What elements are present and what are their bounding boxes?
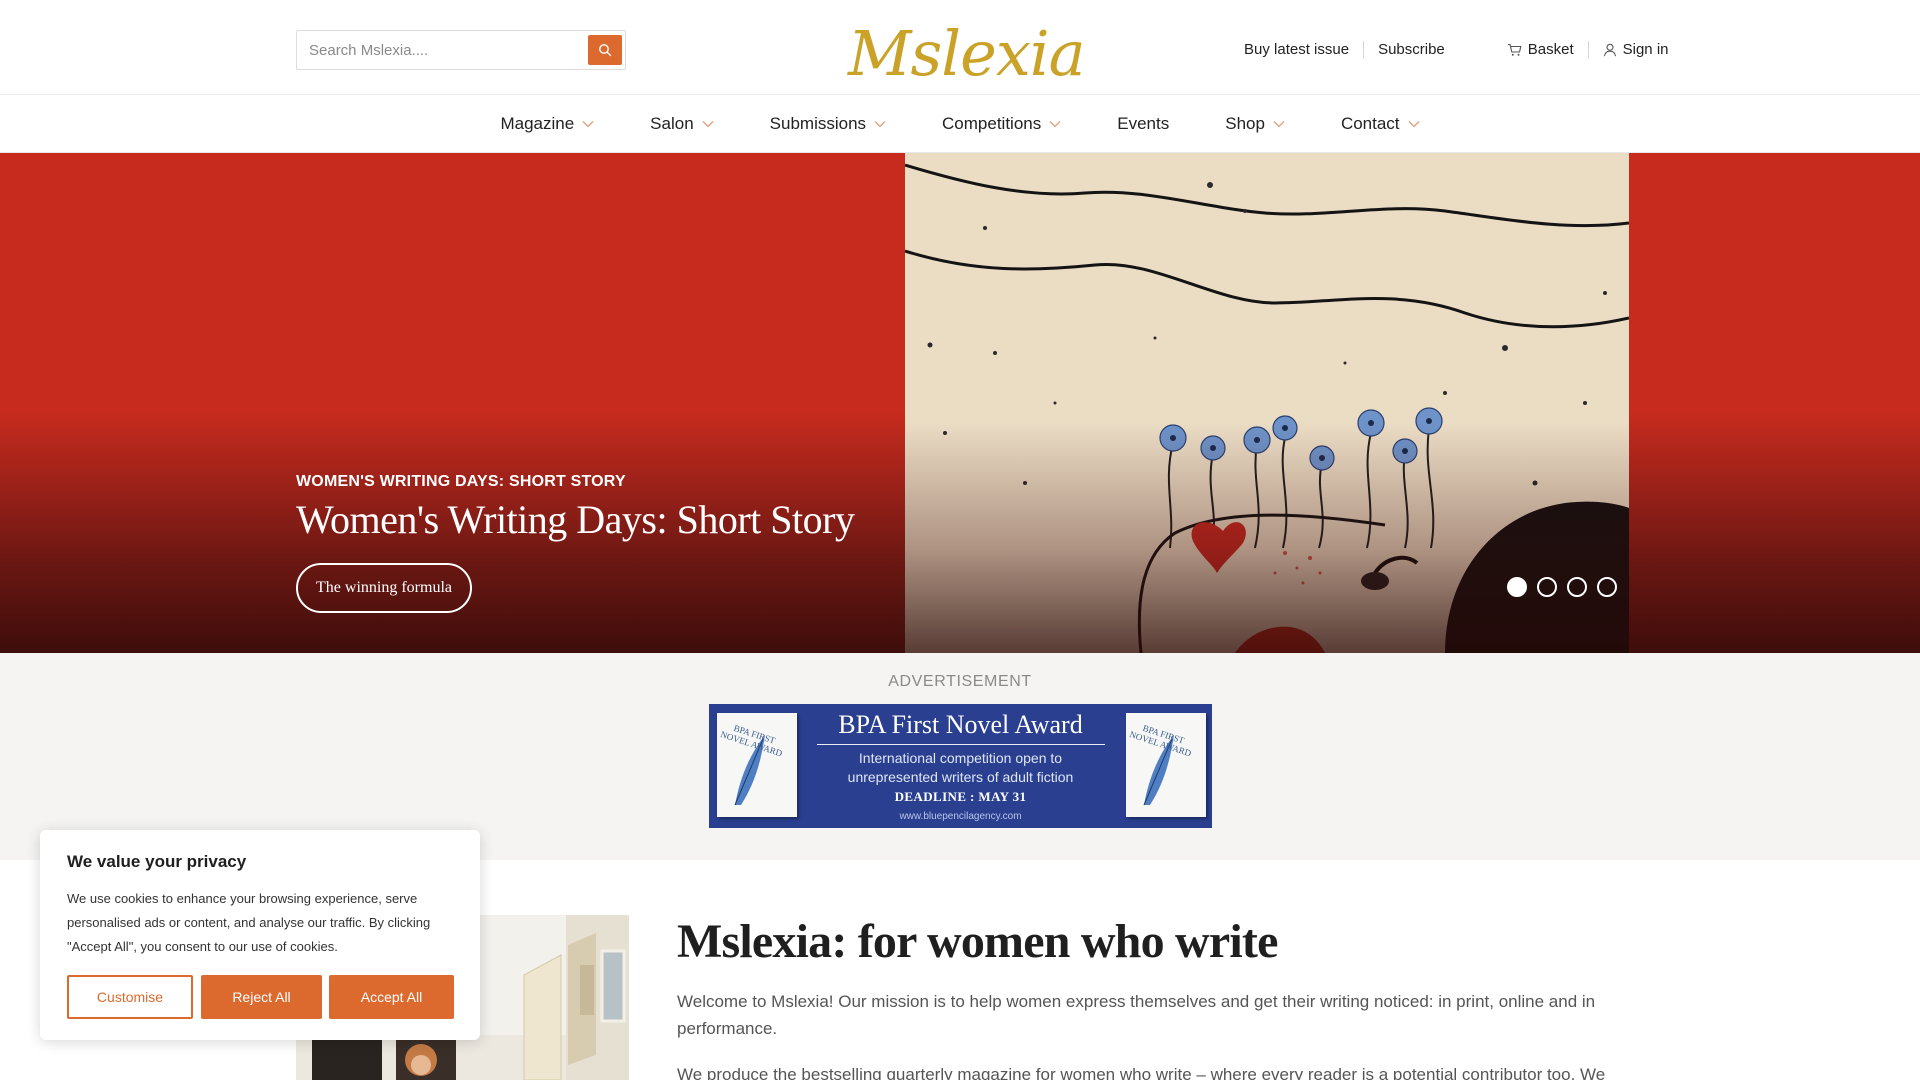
nav-item-label: Events [1117,114,1170,133]
nav-item-label: Contact [1340,114,1400,133]
search-input[interactable] [309,31,579,69]
sign-in-label: Sign in [1622,41,1669,58]
chevron-down-icon [1049,121,1061,128]
hero-carousel: WOMEN'S WRITING DAYS: SHORT STORY Women'… [0,153,1920,653]
accept-all-button[interactable]: Accept All [329,975,454,1019]
carousel-dot-1[interactable] [1507,577,1527,597]
carousel-pagination [1507,577,1617,597]
cookie-title: We value your privacy [67,852,247,871]
search-box [296,30,626,70]
utility-links: Buy latest issue Subscribe Basket Sign i… [1230,38,1683,62]
cookie-description: We use cookies to enhance your browsing … [67,891,431,954]
nav-item-submissions[interactable]: Submissions [742,114,914,134]
nav-item-competitions[interactable]: Competitions [914,114,1089,134]
book-cover-image: BPA FIRST NOVEL AWARD [1126,713,1206,817]
advertisement-section: ADVERTISEMENT BPA FIRST NOVEL AWARD BPA … [0,653,1920,860]
reject-all-button[interactable]: Reject All [201,975,322,1019]
bpa-first-novel-award-ad[interactable]: BPA FIRST NOVEL AWARD BPA First Novel Aw… [709,704,1212,828]
chevron-down-icon [702,121,714,128]
basket-label: Basket [1527,41,1574,58]
hero-cta-button[interactable]: The winning formula [296,563,472,613]
intro-title: Mslexia: for women who write [677,915,1278,968]
nav-item-salon[interactable]: Salon [622,114,741,134]
search-button[interactable] [588,35,622,65]
basket-icon [1507,43,1522,56]
divider [817,744,1105,745]
nav-item-events[interactable]: Events [1089,114,1197,134]
advertisement-label: ADVERTISEMENT [888,673,1032,690]
buy-latest-issue-link[interactable]: Buy latest issue [1230,38,1363,62]
main-nav: Magazine Salon Submissions Competitions … [0,96,1920,153]
carousel-dot-3[interactable] [1567,577,1587,597]
sign-in-link[interactable]: Sign in [1589,38,1683,62]
nav-item-shop[interactable]: Shop [1197,114,1313,134]
chevron-down-icon [1273,121,1285,128]
nav-item-label: Competitions [942,114,1042,133]
customise-button[interactable]: Customise [67,975,193,1019]
user-icon [1603,43,1616,57]
subscribe-link[interactable]: Subscribe [1364,38,1459,62]
carousel-dot-2[interactable] [1537,577,1557,597]
carousel-dot-4[interactable] [1597,577,1617,597]
site-header: Mslexia Buy latest issue Subscribe Baske… [0,0,1920,95]
chevron-down-icon [874,121,886,128]
nav-item-label: Salon [650,114,694,133]
chevron-down-icon [1408,121,1419,128]
intro-paragraph: Welcome to Mslexia! Our mission is to he… [677,992,1596,1038]
cookie-consent-banner: We value your privacy We use cookies to … [40,830,480,1040]
nav-item-label: Magazine [500,114,575,133]
site-logo[interactable]: Mslexia [848,16,1086,92]
nav-item-label: Shop [1225,114,1265,133]
intro-paragraph: We produce the bestselling quarterly mag… [677,1065,1606,1080]
hero-title[interactable]: Women's Writing Days: Short Story [296,496,855,543]
nav-item-contact[interactable]: Contact [1313,114,1448,134]
hero-kicker: WOMEN'S WRITING DAYS: SHORT STORY [296,473,626,490]
nav-item-label: Submissions [769,114,867,133]
nav-item-magazine[interactable]: Magazine [472,114,622,134]
chevron-down-icon [582,121,594,128]
search-icon [599,44,612,57]
basket-link[interactable]: Basket [1493,38,1588,62]
